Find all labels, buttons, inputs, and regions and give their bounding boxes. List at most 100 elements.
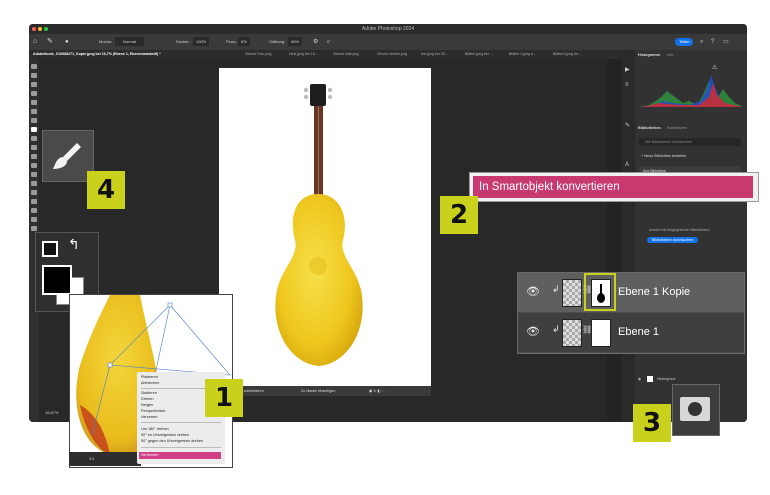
brush-preset-icon[interactable]: ✎ bbox=[47, 34, 53, 50]
menu-item-rotate-180[interactable]: Um 180° drehen bbox=[141, 427, 169, 431]
tab-document[interactable]: Zitrone sitkt.png bbox=[333, 50, 359, 59]
brush-settings-icon[interactable]: ✎ bbox=[625, 122, 630, 129]
hand-tool-icon[interactable] bbox=[31, 217, 37, 222]
background-thumb bbox=[647, 376, 653, 382]
background-layer-name: Hintergrund bbox=[657, 377, 676, 381]
mask-circle bbox=[688, 402, 702, 416]
smoothing-label: Glättung: bbox=[269, 39, 286, 44]
tab-libraries[interactable]: Bibliotheken bbox=[638, 126, 661, 130]
flow-field[interactable]: 8% bbox=[238, 37, 250, 46]
visibility-eye-icon[interactable]: 👁 bbox=[526, 285, 540, 298]
add-to-mask-button[interactable]: Zu Maske hinzufügen bbox=[301, 386, 335, 396]
tab-document-active[interactable]: Adobeltools_X10668271_Kopie.jpeg bei 16,… bbox=[33, 50, 161, 59]
tab-document[interactable]: Blätter 2.jpeg b... bbox=[509, 50, 536, 59]
type-tool-icon[interactable] bbox=[31, 190, 37, 195]
app-title: Adobe Photoshop 2024 bbox=[361, 26, 415, 32]
tab-document[interactable]: Ast.jpeg bei 33... bbox=[421, 50, 448, 59]
character-icon[interactable]: A bbox=[625, 162, 629, 168]
menu-item-warp[interactable]: Verformen bbox=[139, 452, 221, 459]
tab-histogram[interactable]: Histogramm bbox=[638, 53, 660, 57]
menu-item-distort[interactable]: Verzerren bbox=[141, 415, 157, 419]
share-button[interactable]: Teilen bbox=[675, 38, 694, 46]
layer-row-selected[interactable]: 👁 ↲ ⛓ Ebene 1 Kopie bbox=[518, 273, 744, 312]
visibility-eye-icon[interactable]: 👁 bbox=[526, 325, 540, 338]
crop-tool-icon[interactable] bbox=[31, 100, 37, 105]
eraser-tool-icon[interactable] bbox=[31, 154, 37, 159]
tab-document[interactable]: Hirsl.jpeg bei 16... bbox=[289, 50, 318, 59]
visibility-eye-icon[interactable]: ◉ bbox=[638, 374, 641, 384]
add-layer-mask-icon[interactable] bbox=[680, 397, 710, 421]
document-canvas[interactable] bbox=[219, 68, 431, 386]
browse-libraries-button[interactable]: Bibliotheken durchsuchen bbox=[647, 237, 699, 243]
library-search-input[interactable]: Alle Bibliotheken durchsuchen bbox=[639, 138, 741, 146]
foreground-color-swatch[interactable] bbox=[42, 265, 72, 295]
library-search-placeholder: Alle Bibliotheken durchsuchen bbox=[645, 140, 692, 144]
smoothing-field[interactable]: 68% bbox=[288, 37, 303, 46]
lasso-tool-icon[interactable] bbox=[31, 82, 37, 87]
zoom-tool-icon[interactable] bbox=[31, 226, 37, 231]
histogram-chart: ⚠ bbox=[639, 61, 743, 107]
angle-field[interactable]: 0° bbox=[327, 34, 331, 50]
menu-item-scale[interactable]: Skalieren bbox=[141, 391, 157, 395]
help-icon[interactable]: ? bbox=[711, 34, 714, 50]
menu-item-cancel[interactable]: Abbrechen bbox=[141, 381, 159, 385]
callout-1: 1 bbox=[205, 379, 243, 417]
mask-highlight-box bbox=[584, 273, 616, 311]
mode-label: Modus: bbox=[99, 39, 113, 44]
swap-colors-icon[interactable]: ↰ bbox=[68, 237, 80, 253]
healing-tool-icon[interactable] bbox=[31, 118, 37, 123]
tab-document[interactable]: Blätter3.jpeg be... bbox=[553, 50, 581, 59]
callout-2: 2 bbox=[440, 196, 478, 234]
stamp-tool-icon[interactable] bbox=[31, 136, 37, 141]
menu-item-place[interactable]: Platzieren bbox=[141, 375, 158, 379]
histogram-warning-icon[interactable]: ⚠ bbox=[712, 64, 718, 71]
shape-tool-icon[interactable] bbox=[31, 208, 37, 213]
move-tool-icon[interactable] bbox=[31, 64, 37, 69]
search-icon[interactable]: ⌕ bbox=[700, 34, 703, 50]
adjust-icon[interactable]: ≡ bbox=[625, 82, 629, 88]
brush-size-icon[interactable]: ● bbox=[65, 34, 69, 50]
layer-row[interactable]: 👁 ↲ ⛓ Ebene 1 bbox=[518, 313, 744, 352]
settings-gear-icon[interactable]: ⚙ bbox=[313, 34, 318, 50]
new-library-button[interactable]: + Neue Bibliothek erstellen bbox=[641, 154, 686, 158]
tab-document[interactable]: Zitrone senkre.png bbox=[377, 50, 407, 59]
maximize-window-button[interactable] bbox=[44, 27, 48, 31]
dodge-tool-icon[interactable] bbox=[31, 172, 37, 177]
tab-document[interactable]: Blätter.jpeg bei ... bbox=[465, 50, 493, 59]
layer-mask-thumbnail bbox=[591, 319, 611, 347]
lemon-guitar-image bbox=[275, 84, 363, 366]
pen-tool-icon[interactable] bbox=[31, 181, 37, 186]
options-bar: ⌂ ✎ ● Modus: Normal Deckkr.: 100% Fluss:… bbox=[29, 34, 747, 50]
mode-select[interactable]: Normal bbox=[115, 37, 144, 46]
gradient-tool-icon[interactable] bbox=[31, 163, 37, 168]
opacity-label: Deckkr.: bbox=[176, 39, 191, 44]
history-brush-tool-icon[interactable] bbox=[31, 145, 37, 150]
tab-document[interactable]: Zitrone Foto.png bbox=[245, 50, 271, 59]
marquee-tool-icon[interactable] bbox=[31, 73, 37, 78]
background-layer-row[interactable]: ◉ Hintergrund bbox=[635, 374, 747, 384]
default-colors-icon[interactable] bbox=[42, 241, 58, 257]
minimize-window-button[interactable] bbox=[38, 27, 42, 31]
quick-select-tool-icon[interactable] bbox=[31, 91, 37, 96]
menu-item-rotate-ccw[interactable]: 90° gegen den Uhrzeigersinn drehen bbox=[141, 439, 203, 443]
tab-adjustments[interactable]: Korrekturen bbox=[667, 126, 687, 130]
convert-to-smart-object-item[interactable]: In Smartobjekt konvertieren bbox=[473, 176, 753, 198]
path-select-tool-icon[interactable] bbox=[31, 199, 37, 204]
callout-4: 4 bbox=[87, 171, 125, 209]
workspace-icon[interactable]: ▭ bbox=[723, 34, 729, 50]
mask-tools-icon[interactable]: ▣ ↻ ◧ … bbox=[369, 386, 385, 396]
eyedropper-tool-icon[interactable] bbox=[31, 109, 37, 114]
home-icon[interactable]: ⌂ bbox=[33, 34, 37, 50]
play-icon[interactable]: ▶ bbox=[625, 66, 630, 73]
menu-item-rotate[interactable]: Drehen bbox=[141, 397, 153, 401]
tab-info[interactable]: Info bbox=[667, 53, 673, 57]
menu-item-rotate-cw[interactable]: 90° im Uhrzeigersinn drehen bbox=[141, 433, 189, 437]
shared-libraries-text: Ansicht mit freigegebenen Bibliotheken bbox=[649, 228, 710, 232]
menu-item-perspective[interactable]: Perspektivisch bbox=[141, 409, 165, 413]
smart-object-menu-bar: In Smartobjekt konvertieren bbox=[469, 172, 759, 202]
opacity-field[interactable]: 100% bbox=[193, 37, 210, 46]
brush-tool-icon[interactable] bbox=[31, 127, 37, 132]
menu-item-skew[interactable]: Neigen bbox=[141, 403, 153, 407]
close-window-button[interactable] bbox=[32, 27, 36, 31]
zoom-level: 16,67% bbox=[45, 410, 59, 415]
